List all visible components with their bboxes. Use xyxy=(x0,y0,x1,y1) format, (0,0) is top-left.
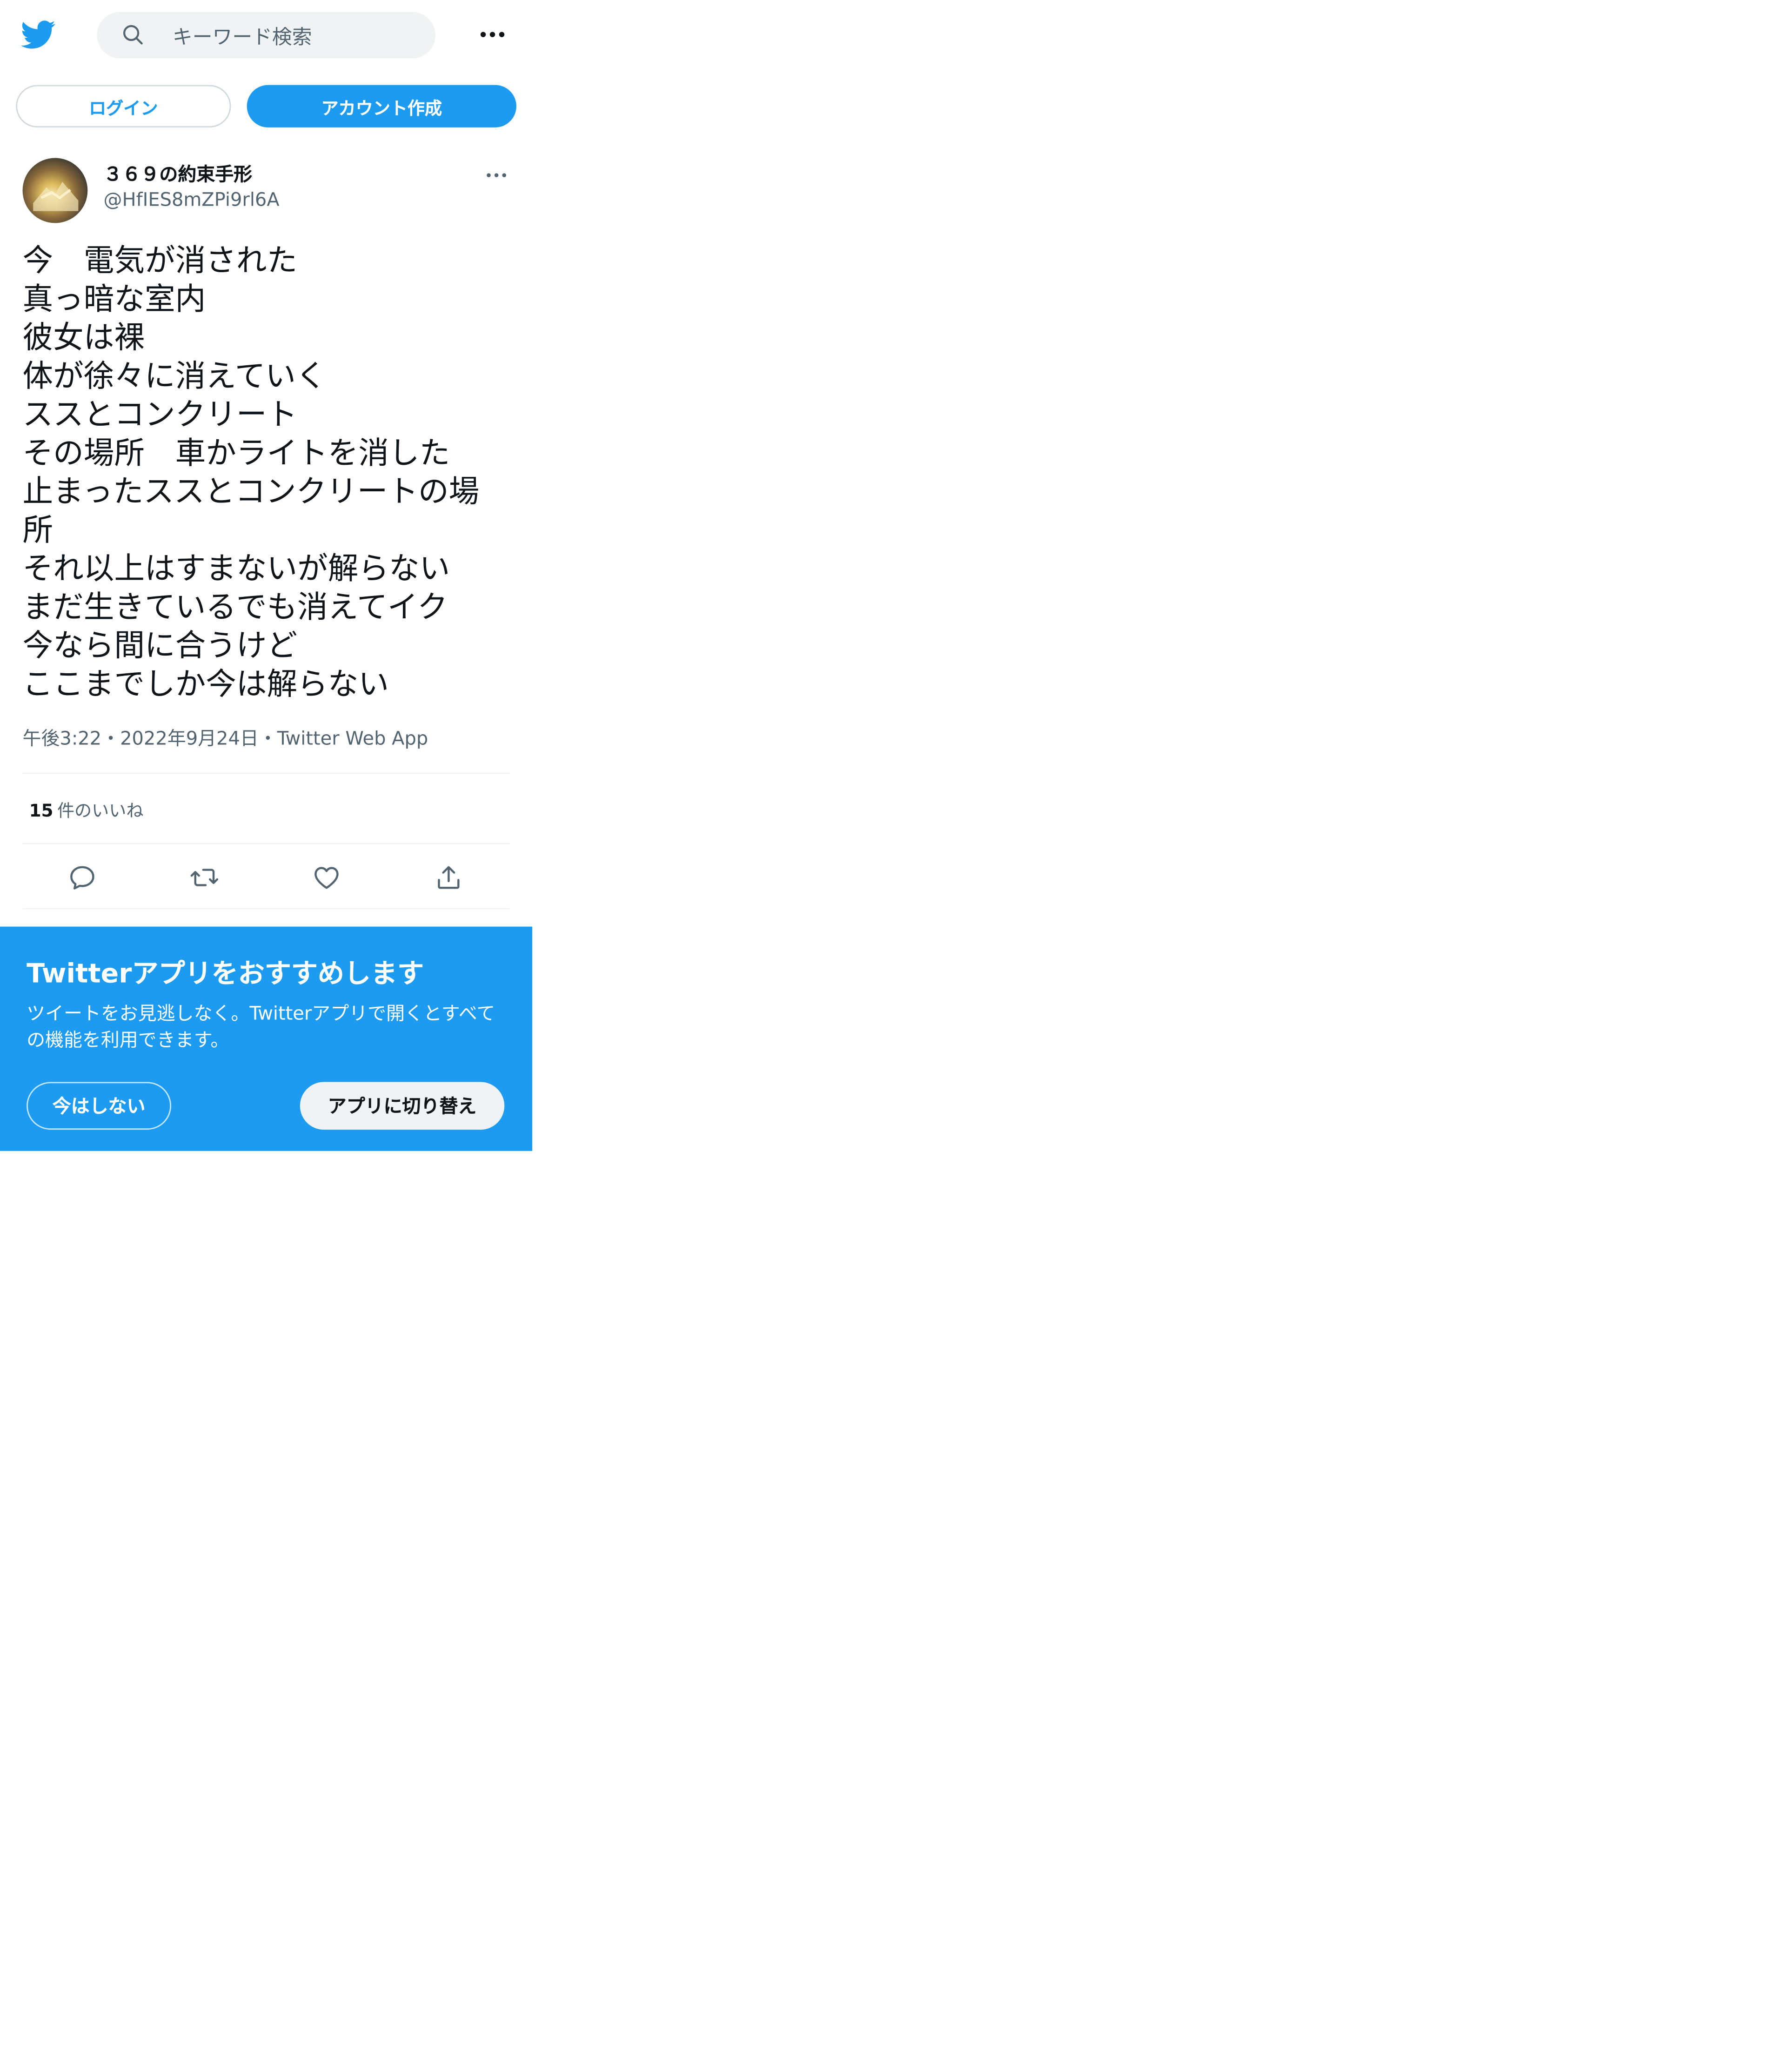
author-name[interactable]: ３６９の約束手形 xyxy=(104,161,253,187)
tweet-line: まだ生きているでも消えてイク xyxy=(22,590,448,625)
search-icon xyxy=(123,25,143,45)
avatar[interactable] xyxy=(22,158,88,223)
divider xyxy=(22,908,510,910)
login-button[interactable]: ログイン xyxy=(16,85,231,127)
divider xyxy=(22,772,510,774)
tweet-source[interactable]: Twitter Web App xyxy=(277,729,428,750)
tweet-text: 今 電気が消された 真っ暗な室内 彼女は裸 体が徐々に消えていく ススとコンクリ… xyxy=(23,243,516,705)
banner-title: Twitterアプリをおすすめします xyxy=(27,957,424,989)
tweet-line: それ以上はすまないが解らない xyxy=(22,552,450,587)
meta-separator: ・ xyxy=(101,729,120,750)
twitter-bird-icon[interactable] xyxy=(21,17,56,52)
signup-button[interactable]: アカウント作成 xyxy=(247,85,516,127)
avatar-image xyxy=(33,181,79,211)
retweet-icon[interactable] xyxy=(190,863,219,892)
reply-icon[interactable] xyxy=(68,863,97,892)
tweet-date[interactable]: 2022年9月24日 xyxy=(120,729,259,750)
likes-stat[interactable]: 15 件のいいね xyxy=(29,797,144,822)
tweet-line: 今 電気が消された xyxy=(22,244,298,279)
like-icon[interactable] xyxy=(312,863,341,892)
tweet-line: 真っ暗な室内 xyxy=(22,282,206,317)
switch-to-app-button[interactable]: アプリに切り替え xyxy=(300,1082,505,1130)
not-now-button[interactable]: 今はしない xyxy=(27,1082,172,1130)
banner-description: ツイートをお見逃しなく。Twitterアプリで開くとすべての機能を利用できます。 xyxy=(27,1004,495,1051)
divider xyxy=(22,843,510,844)
search-bar[interactable]: キーワード検索 xyxy=(97,12,435,59)
meta-separator: ・ xyxy=(258,729,277,750)
share-icon[interactable] xyxy=(434,863,463,892)
tweet-line: 所 xyxy=(22,514,53,549)
likes-label: 件のいいね xyxy=(57,802,144,822)
tweet-meta: 午後3:22・2022年9月24日・Twitter Web App xyxy=(23,725,428,751)
search-input[interactable]: キーワード検索 xyxy=(173,23,312,51)
tweet-time[interactable]: 午後3:22 xyxy=(23,729,102,750)
tweet-line: 止まったススとコンクリートの場 xyxy=(22,475,480,510)
likes-count: 15 xyxy=(29,802,53,822)
more-horizontal-icon[interactable] xyxy=(476,19,508,50)
tweet-line: その場所 車かライトを消した xyxy=(22,436,450,471)
tweet-line: ススとコンクリート xyxy=(22,398,298,433)
app-promo-banner: Twitterアプリをおすすめします ツイートをお見逃しなく。Twitterアプ… xyxy=(0,926,533,1151)
tweet-more-icon[interactable] xyxy=(483,162,510,188)
author-handle[interactable]: @HfIES8mZPi9rl6A xyxy=(104,190,280,211)
tweet-line: 今なら間に合うけど xyxy=(22,629,298,664)
tweet-line: 彼女は裸 xyxy=(22,321,145,356)
tweet-line: ここまでしか今は解らない xyxy=(22,668,389,703)
tweet-line: 体が徐々に消えていく xyxy=(22,360,327,395)
